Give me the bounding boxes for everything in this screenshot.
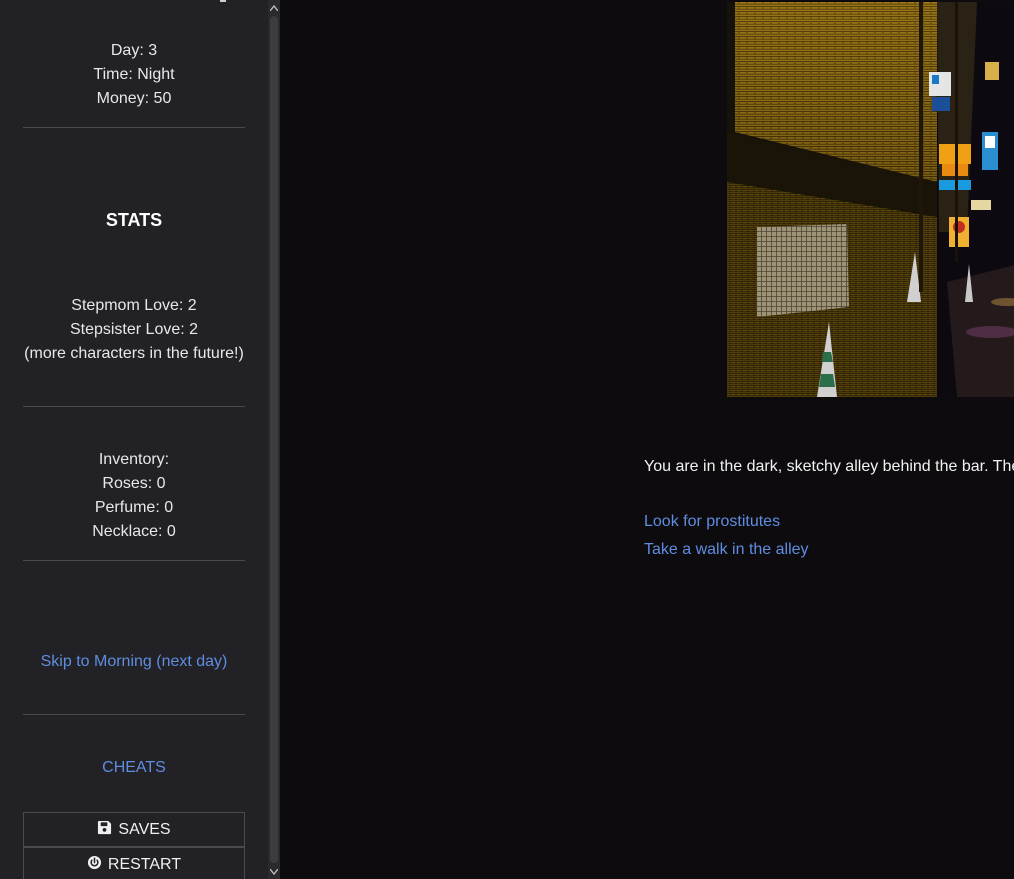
passage-text: You are in the dark, sketchy alley behin… [644,458,1014,475]
choice-take-walk-alley[interactable]: Take a walk in the alley [644,541,809,559]
sidebar-scrollbar[interactable] [268,0,280,879]
sidebar-toggle-tick [220,0,226,2]
main-passage-area: You are in the dark, sketchy alley behin… [280,0,1014,879]
divider [23,714,245,715]
inventory-roses: Roses: 0 [102,475,166,492]
floppy-disk-icon [97,820,112,840]
inventory-title: Inventory: [98,451,170,468]
saves-button[interactable]: SAVES [23,812,245,847]
inventory-necklace: Necklace: 0 [92,523,176,540]
saves-label: SAVES [118,820,171,838]
inventory-perfume: Perfume: 0 [94,499,174,516]
skip-block: Skip to Morning (next day) [23,650,245,674]
divider [23,406,245,407]
choice-look-for-prostitutes[interactable]: Look for prostitutes [644,513,780,531]
time-text: Time: Night [93,66,175,83]
day-text: Day: 3 [110,42,158,59]
scroll-up-arrow-icon[interactable] [269,2,279,14]
stat-stepsister-love: Stepsister Love: 2 [69,321,199,338]
power-icon [87,855,102,875]
scroll-down-arrow-icon[interactable] [269,866,279,878]
skip-to-morning-link[interactable]: Skip to Morning (next day) [41,653,228,670]
money-text: Money: 50 [96,90,172,107]
stats-title: STATS [105,210,163,230]
restart-button[interactable]: RESTART [23,847,245,879]
stats-heading-block: STATS [23,208,245,232]
cheats-block: CHEATS [23,756,245,780]
alley-scene-image [727,2,1014,397]
sidebar: Day: 3 Time: Night Money: 50 STATS Stepm… [0,0,268,879]
inventory-block: Inventory: Roses: 0 Perfume: 0 Necklace:… [23,448,245,544]
stats-block: Stepmom Love: 2 Stepsister Love: 2 (more… [23,294,245,366]
stat-note: (more characters in the future!) [24,345,244,362]
divider [23,560,245,561]
divider [23,127,245,128]
status-block: Day: 3 Time: Night Money: 50 [23,39,245,111]
cheats-link[interactable]: CHEATS [102,759,166,776]
scrollbar-thumb[interactable] [270,16,278,863]
restart-label: RESTART [107,855,182,873]
stat-stepmom-love: Stepmom Love: 2 [71,297,197,314]
